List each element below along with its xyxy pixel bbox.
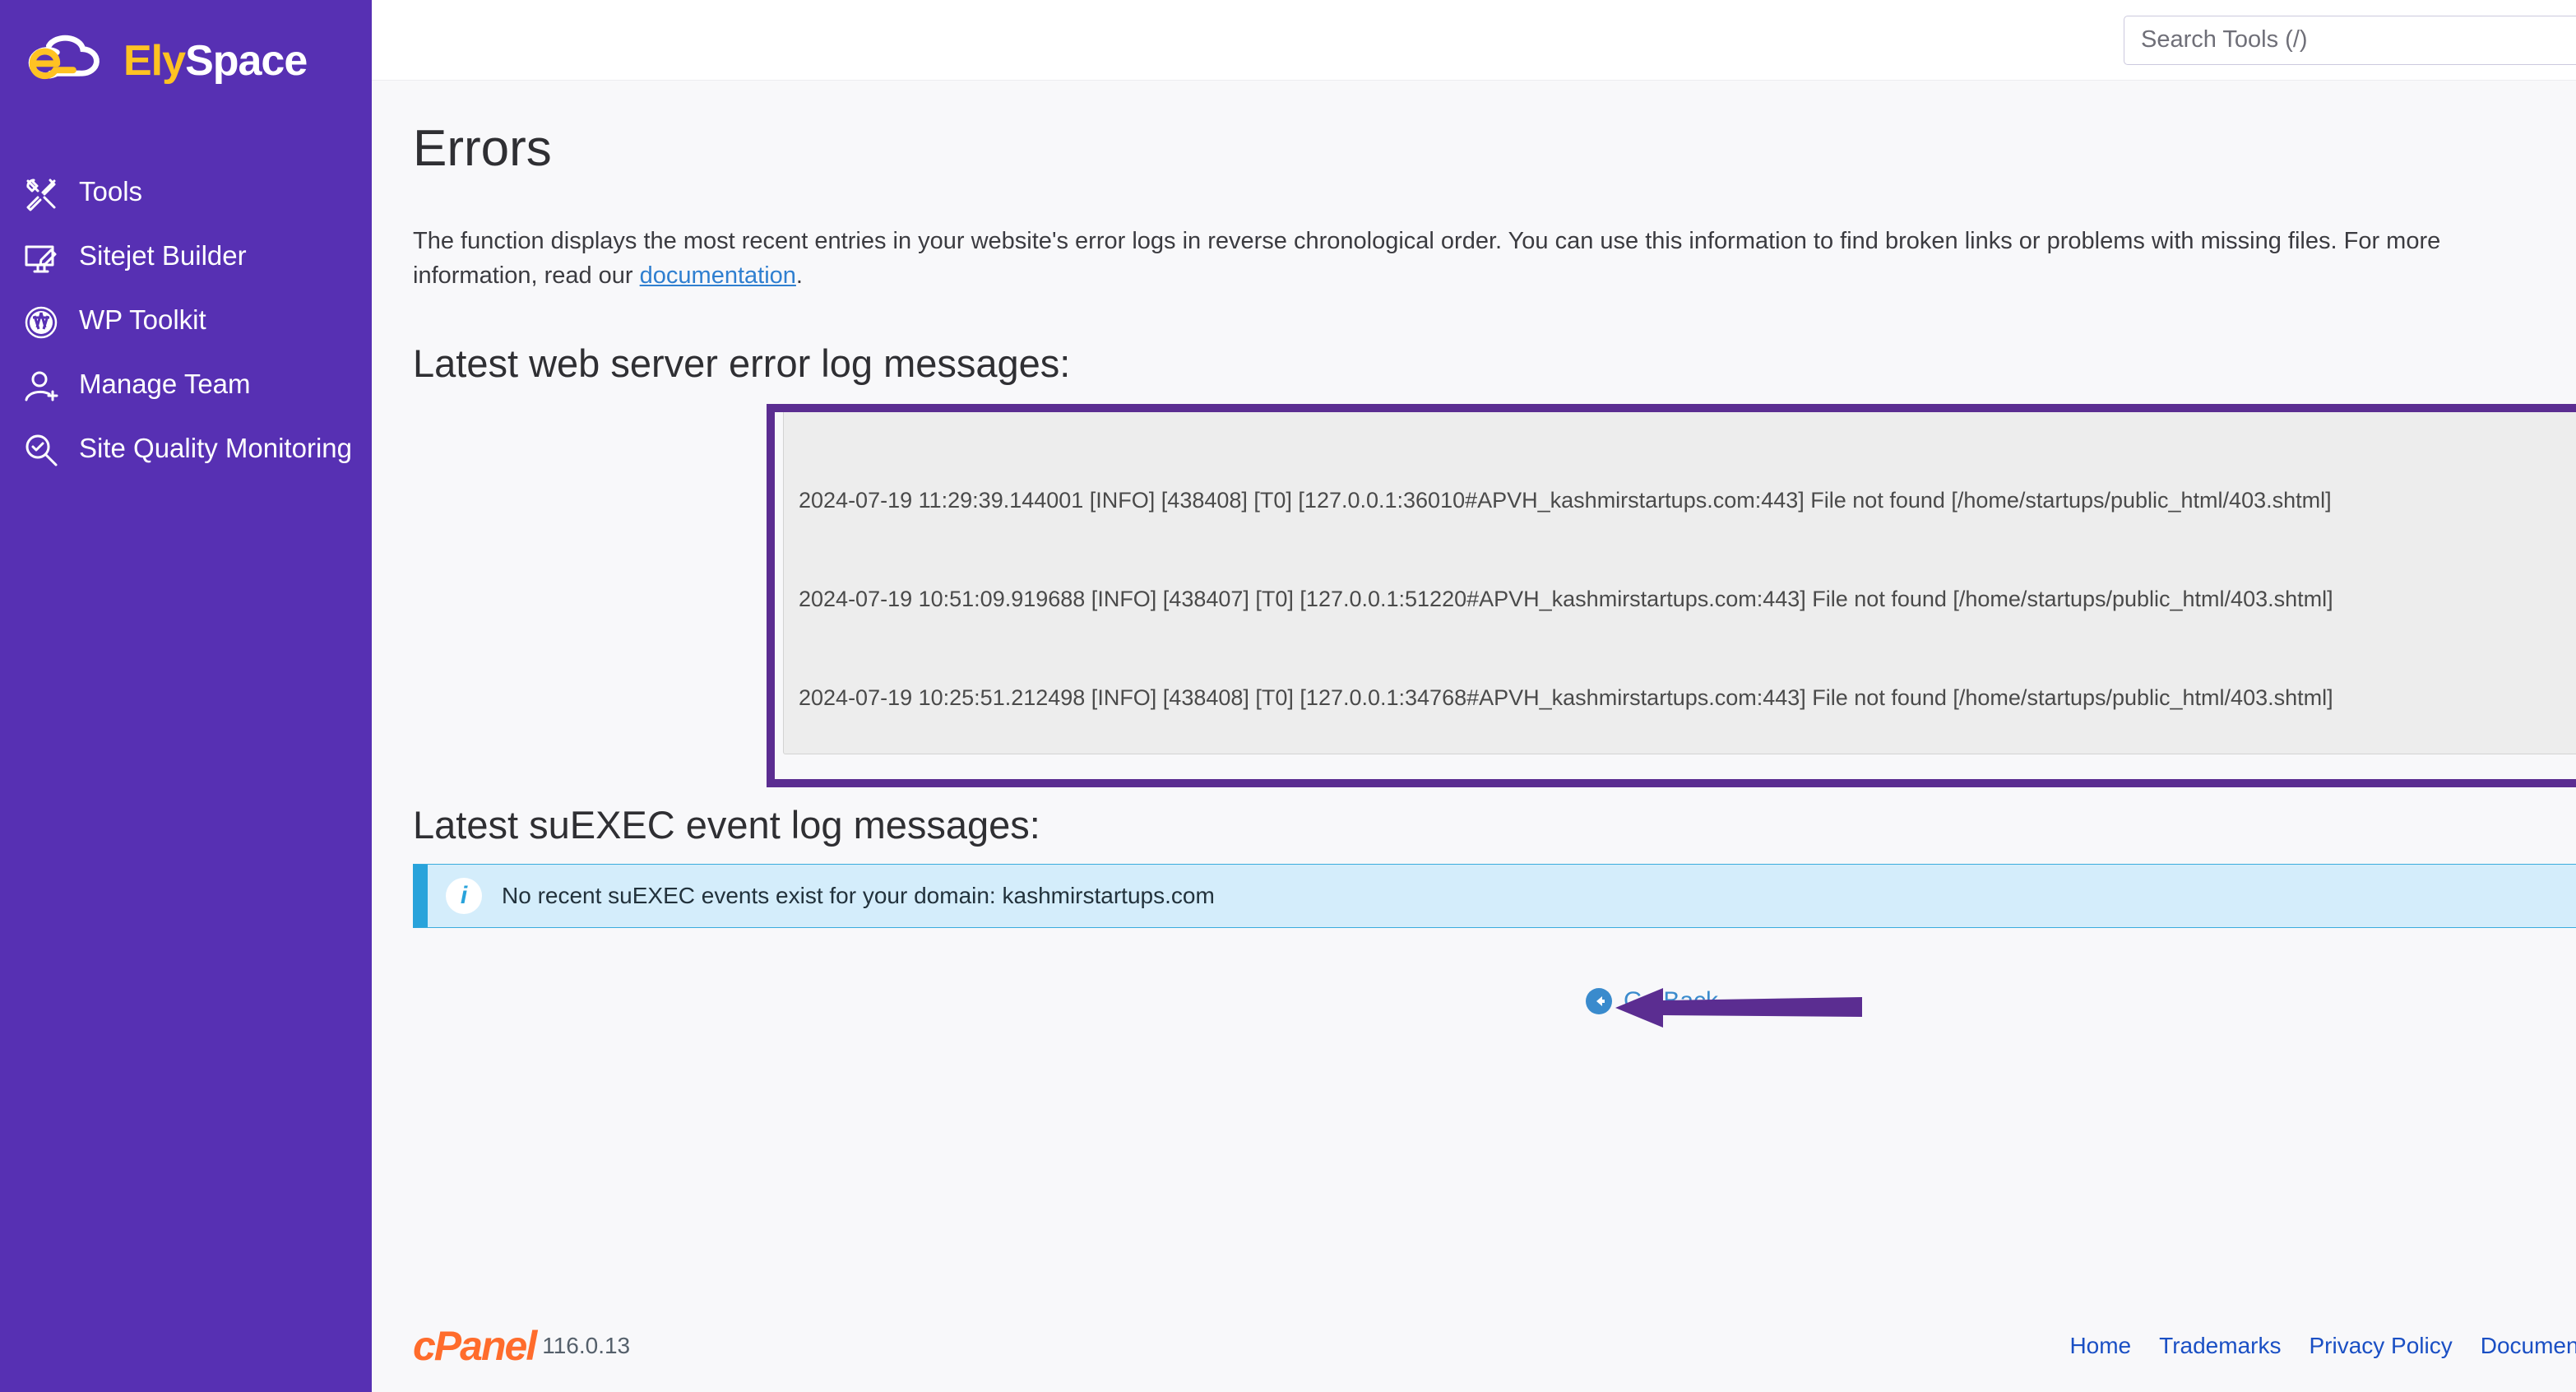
log-line: 2024-07-19 10:51:09.919688 [INFO] [43840… [799,587,2333,612]
web-log-container: 2024-07-19 11:29:39.144001 [INFO] [43840… [372,404,2576,788]
documentation-link[interactable]: documentation [640,262,796,289]
sidebar: ElySpace Tools Sitejet Builder WP Toolki… [0,0,372,1392]
suexec-log-heading: Latest suEXEC event log messages: [413,803,1040,847]
cpanel-logo: cPanel [413,1323,537,1369]
top-bar [372,0,2576,81]
left-arrow-annotation [1615,986,1862,1034]
error-log-lines: 2024-07-19 11:29:39.144001 [INFO] [43840… [784,405,2576,754]
app-root: ElySpace Tools Sitejet Builder WP Toolki… [0,0,2576,1392]
brand-name-space: Space [185,37,308,85]
footer-link-documentation[interactable]: Documentation [2481,1333,2576,1359]
sidebar-item-wp-toolkit[interactable]: WP Toolkit [0,290,372,354]
user-add-icon [23,369,59,405]
log-line: 2024-07-19 10:25:51.212498 [INFO] [43840… [799,685,2333,711]
footer-link-trademarks[interactable]: Trademarks [2159,1333,2281,1359]
sidebar-nav: Tools Sitejet Builder WP Toolkit Manage … [0,161,372,482]
brand-logo[interactable]: ElySpace [0,0,372,90]
arrow-circle-left-icon [1585,987,1613,1015]
brand-name-ely: Ely [123,37,186,85]
sidebar-item-label: Tools [79,176,143,206]
tools-icon [23,176,59,212]
search-input[interactable] [2124,15,2576,65]
magnifier-check-icon [23,433,59,469]
sidebar-item-sitejet-builder[interactable]: Sitejet Builder [0,225,372,290]
search-tools-container [2124,15,2576,65]
cpanel-version: 116.0.13 [542,1333,631,1358]
wordpress-icon [23,304,59,341]
footer-link-privacy-policy[interactable]: Privacy Policy [2309,1333,2452,1359]
suexec-info-alert: i No recent suEXEC events exist for your… [413,864,2576,929]
sidebar-item-label: Site Quality Monitoring [79,433,352,463]
sidebar-item-label: Manage Team [79,369,251,399]
page-content: Errors 2 The function displays the most … [372,81,2576,1392]
description-text-after: . [795,262,803,290]
sidebar-item-site-quality-monitoring[interactable]: Site Quality Monitoring [0,418,372,482]
sidebar-item-label: WP Toolkit [79,304,206,335]
log-line: 2024-07-19 11:29:39.144001 [INFO] [43840… [799,488,2332,513]
main-region: Errors 2 The function displays the most … [372,0,2576,1392]
error-log-textarea[interactable]: 2024-07-19 11:29:39.144001 [INFO] [43840… [783,404,2576,755]
suexec-alert-text: No recent suEXEC events exist for your d… [502,883,1215,909]
info-icon: i [446,878,482,915]
web-log-heading: Latest web server error log messages: [413,341,1071,386]
page-header: Errors 2 [372,81,2576,184]
sidebar-item-manage-team[interactable]: Manage Team [0,354,372,418]
footer-link-home[interactable]: Home [2069,1333,2131,1359]
elyspace-cloud-icon [21,31,118,90]
monitor-pen-icon [23,240,59,276]
page-description: The function displays the most recent en… [413,224,2518,293]
page-title: Errors [413,120,552,177]
go-back-row: Go Back [372,987,2576,1019]
footer-links: Home Trademarks Privacy Policy Documenta… [2069,1333,2576,1359]
sidebar-item-label: Sitejet Builder [79,240,247,271]
sidebar-item-tools[interactable]: Tools [0,161,372,225]
page-footer: cPanel 116.0.13 Home Trademarks Privacy … [372,1300,2576,1392]
